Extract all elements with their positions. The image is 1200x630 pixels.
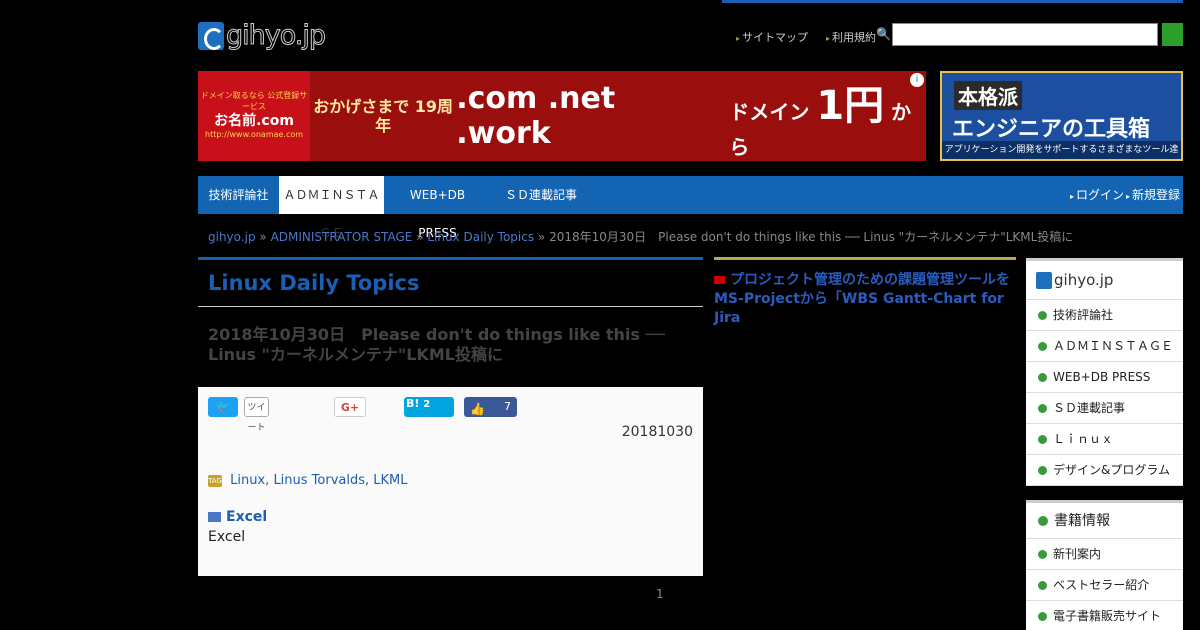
- nav-item-adminstage[interactable]: ＡＤＭＩＮＳＴＡＧＥ: [279, 176, 384, 240]
- gplus-share-button[interactable]: G+: [334, 397, 366, 417]
- search-button[interactable]: [1162, 23, 1183, 46]
- tag-link[interactable]: LKML: [373, 473, 407, 488]
- hatena-label: B!: [406, 397, 420, 410]
- breadcrumb-sep: »: [416, 230, 424, 244]
- side-logo-text: gihyo.jp: [1054, 271, 1114, 289]
- side-books-item[interactable]: 電子書籍販売サイト: [1026, 601, 1183, 630]
- side-nav-box: gihyo.jp 技術評論社 ＡＤＭＩＮＳＴＡＧＥ WEB+DB PRESS Ｓ…: [1026, 258, 1183, 486]
- breadcrumb-sep: »: [537, 230, 546, 244]
- breadcrumb-category[interactable]: Linux Daily Topics: [427, 230, 534, 244]
- banner-price: ドメイン 1円 から: [729, 73, 926, 160]
- breadcrumb-sep: »: [259, 230, 267, 244]
- side-books-item[interactable]: 新刊案内: [1026, 539, 1183, 570]
- hatena-bookmark-button[interactable]: B! 2: [404, 397, 454, 417]
- side-books-item[interactable]: ベストセラー紹介: [1026, 570, 1183, 601]
- sitemap-link[interactable]: サイトマップ: [736, 29, 808, 45]
- search-input[interactable]: [892, 23, 1158, 46]
- side-nav-item[interactable]: ＡＤＭＩＮＳＴＡＧＥ: [1026, 331, 1183, 362]
- terms-link[interactable]: 利用規約: [826, 29, 876, 45]
- header-links: サイトマップ 利用規約: [736, 29, 876, 45]
- side-books-heading: 書籍情報: [1026, 503, 1183, 539]
- article-category-header: Linux Daily Topics: [198, 257, 703, 307]
- banner-side-line1: 本格派: [954, 81, 1022, 110]
- twitter-count[interactable]: ツイート: [244, 397, 269, 433]
- search-icon: 🔍: [876, 27, 891, 41]
- nav-login[interactable]: ログイン: [1070, 176, 1124, 214]
- banner-left-block: ドメイン取るなら 公式登録サービス お名前.com http://www.ona…: [198, 71, 311, 161]
- banner-brand: お名前.com: [214, 113, 294, 130]
- site-logo[interactable]: gihyo.jp: [198, 20, 327, 52]
- play-arrow-icon: [208, 512, 221, 522]
- side-nav-item[interactable]: デザイン&プログラム: [1026, 455, 1183, 486]
- banner-anniversary: おかげさまで 19周年: [313, 96, 454, 135]
- side-nav-item[interactable]: 技術評論社: [1026, 300, 1183, 331]
- excel-heading[interactable]: Excel: [208, 509, 267, 525]
- excel-text: Excel: [208, 529, 246, 545]
- breadcrumb-section[interactable]: ADMINISTRATOR STAGE: [271, 230, 413, 244]
- nav-item-webdb[interactable]: WEB+DB PRESS: [390, 176, 485, 240]
- tag-icon: TAG: [208, 474, 222, 487]
- logo-mark-icon: [198, 21, 224, 50]
- banner-domains: .com .net .work: [456, 81, 616, 151]
- facebook-count: 7: [504, 400, 511, 413]
- promo-link-line2: MS-Projectから「WBS Gantt-Chart for Jira: [714, 291, 1004, 326]
- side-nav-item[interactable]: WEB+DB PRESS: [1026, 362, 1183, 393]
- promo-link-line1: プロジェクト管理のための課題管理ツールを: [730, 272, 1010, 288]
- banner-side-line3: アプリケーション開発をサポートするさまざまなツール達: [942, 141, 1181, 159]
- twitter-share-button[interactable]: 🐦: [208, 397, 238, 417]
- nav-item-sd[interactable]: ＳＤ連載記事: [496, 176, 586, 214]
- top-accent-line: [722, 0, 1183, 3]
- flag-icon: [714, 276, 725, 284]
- main-navbar: 技術評論社 ＡＤＭＩＮＳＴＡＧＥ WEB+DB PRESS ＳＤ連載記事 ログイ…: [198, 176, 1183, 240]
- article-tags: TAG Linux, Linus Torvalds, LKML: [208, 473, 408, 488]
- breadcrumb-current: 2018年10月30日 Please don't do things like …: [549, 230, 1074, 244]
- thumbs-up-icon: 👍: [470, 402, 485, 416]
- promo-link[interactable]: プロジェクト管理のための課題管理ツールを MS-Projectから「WBS Ga…: [714, 271, 1016, 328]
- nav-item-gihyo[interactable]: 技術評論社: [198, 176, 279, 214]
- banner-url: http://www.onamae.com: [205, 130, 304, 140]
- mid-column: プロジェクト管理のための課題管理ツールを MS-Projectから「WBS Ga…: [714, 257, 1016, 326]
- side-nav-item[interactable]: ＳＤ連載記事: [1026, 393, 1183, 424]
- category-title[interactable]: Linux Daily Topics: [208, 271, 419, 295]
- side-books-box: 書籍情報 新刊案内 ベストセラー紹介 電子書籍販売サイト: [1026, 500, 1183, 630]
- article-title: 2018年10月30日 Please don't do things like …: [208, 325, 665, 364]
- article-date: 20181030: [621, 424, 693, 440]
- logo-mark-icon: [1036, 271, 1052, 289]
- facebook-like-button[interactable]: 👍 7: [464, 397, 517, 417]
- ad-banner-onamae[interactable]: ドメイン取るなら 公式登録サービス お名前.com http://www.ona…: [198, 71, 926, 161]
- banner-price-value: 1円: [816, 82, 885, 129]
- breadcrumb-home[interactable]: gihyo.jp: [208, 230, 256, 244]
- hatena-count: 2: [423, 399, 431, 410]
- nav-register[interactable]: 新規登録: [1126, 176, 1180, 214]
- ad-info-icon[interactable]: i: [910, 73, 924, 87]
- article-body: 🐦 ツイート G+ B! 2 👍 7 20181030 TAG Linux, L…: [198, 387, 703, 576]
- ad-banner-engineer-tools[interactable]: 本格派 エンジニアの工具箱 アプリケーション開発をサポートするさまざまなツール達: [940, 71, 1183, 161]
- side-nav-item[interactable]: Ｌｉｎｕｘ: [1026, 424, 1183, 455]
- pager[interactable]: 1: [656, 587, 664, 601]
- logo-text: gihyo.jp: [226, 20, 327, 52]
- excel-heading-text: Excel: [226, 509, 268, 525]
- side-logo[interactable]: gihyo.jp: [1026, 261, 1183, 300]
- banner-side-line2: エンジニアの工具箱: [952, 117, 1151, 142]
- tag-link[interactable]: Linux: [230, 473, 265, 488]
- banner-small-text: ドメイン取るなら 公式登録サービス: [200, 91, 308, 111]
- banner-price-label: ドメイン: [729, 99, 810, 124]
- breadcrumb: gihyo.jp » ADMINISTRATOR STAGE » Linux D…: [208, 228, 1073, 245]
- tag-link[interactable]: Linus Torvalds: [273, 473, 365, 488]
